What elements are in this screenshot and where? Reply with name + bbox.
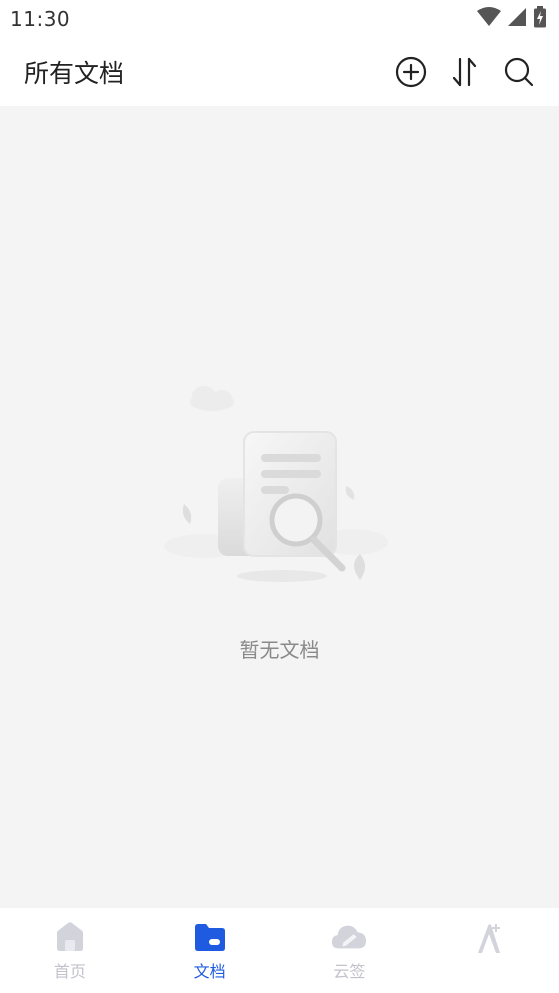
document-search-icon bbox=[164, 386, 388, 582]
status-bar: 11:30 bbox=[0, 0, 559, 38]
folder-icon bbox=[192, 920, 228, 954]
top-app-bar: 所有文档 bbox=[0, 38, 559, 106]
nav-item-documents[interactable]: 文档 bbox=[160, 920, 260, 981]
battery-icon bbox=[533, 6, 547, 32]
nav-item-home[interactable]: 首页 bbox=[20, 920, 120, 981]
nav-label-documents: 文档 bbox=[193, 962, 226, 981]
status-icons bbox=[477, 6, 547, 32]
empty-state-illustration bbox=[164, 378, 394, 588]
status-time: 11:30 bbox=[10, 7, 71, 31]
nav-item-cloud-sign[interactable]: 云签 bbox=[299, 920, 399, 981]
cloud-sign-icon bbox=[331, 920, 367, 954]
search-button[interactable] bbox=[503, 56, 535, 88]
home-icon bbox=[52, 920, 88, 954]
wifi-icon bbox=[477, 7, 501, 31]
signal-icon bbox=[507, 7, 527, 31]
empty-state-message: 暂无文档 bbox=[239, 638, 320, 662]
sort-button[interactable] bbox=[449, 56, 481, 88]
profile-icon bbox=[471, 920, 507, 954]
page-title: 所有文档 bbox=[24, 59, 125, 88]
nav-label-home: 首页 bbox=[53, 962, 86, 981]
header-actions bbox=[395, 56, 535, 88]
search-icon bbox=[504, 57, 534, 87]
add-button[interactable] bbox=[395, 56, 427, 88]
add-circle-icon bbox=[395, 56, 427, 88]
bottom-navigation: 首页 文档 云签 bbox=[0, 908, 559, 993]
sort-icon bbox=[452, 57, 477, 87]
nav-item-profile[interactable] bbox=[439, 920, 539, 978]
nav-label-cloud-sign: 云签 bbox=[333, 962, 366, 981]
